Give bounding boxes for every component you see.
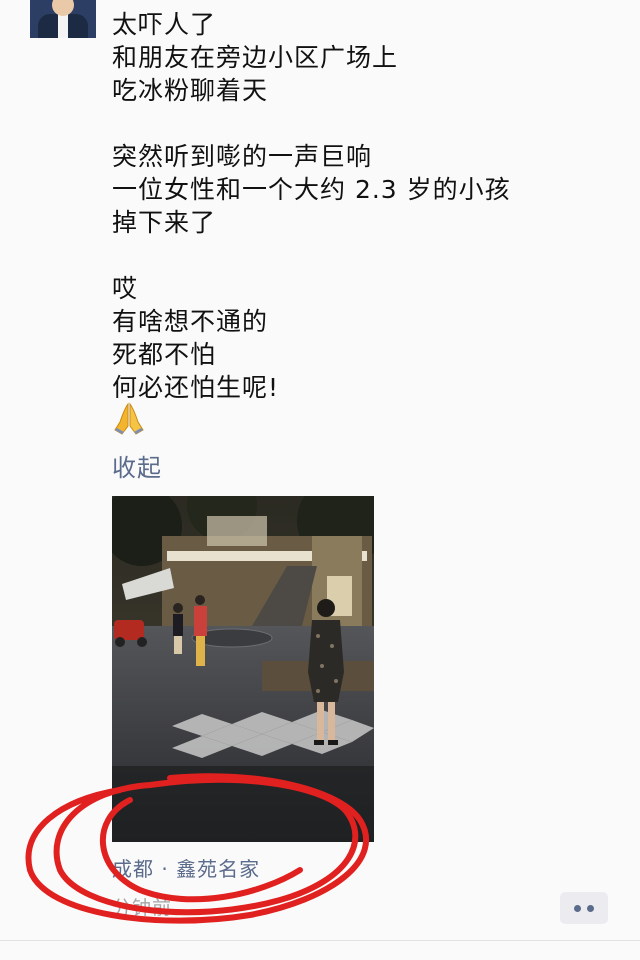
post-line: 死都不怕 — [112, 340, 217, 369]
post-photo[interactable] — [112, 496, 374, 842]
post-text: 太吓人了 和朋友在旁边小区广场上 吃冰粉聊着天 突然听到嘭的一声巨响 一位女性和… — [112, 8, 612, 404]
post-line: 何必还怕生呢! — [112, 373, 280, 402]
praying-hands-icon — [112, 402, 146, 436]
more-dots-icon — [574, 905, 581, 912]
divider — [0, 940, 640, 941]
collapse-link[interactable]: 收起 — [112, 448, 162, 483]
post-line: 有啥想不通的 — [112, 307, 269, 336]
post-line: 突然听到嘭的一声巨响 — [112, 142, 373, 171]
post-line: 一位女性和一个大约 2.3 岁的小孩 — [112, 175, 511, 204]
more-options-button[interactable] — [560, 892, 608, 924]
avatar[interactable] — [30, 0, 96, 38]
post-line: 吃冰粉聊着天 — [112, 76, 269, 105]
more-dots-icon — [587, 905, 594, 912]
post-time: 分钟前 — [112, 897, 173, 919]
post-line: 和朋友在旁边小区广场上 — [112, 43, 399, 72]
location-link[interactable]: 成都 · 鑫苑名家 — [112, 853, 260, 882]
post-line: 哎 — [112, 274, 139, 303]
post-line: 太吓人了 — [112, 10, 217, 39]
avatar-shirt — [58, 14, 68, 38]
post-line: 掉下来了 — [112, 208, 217, 237]
